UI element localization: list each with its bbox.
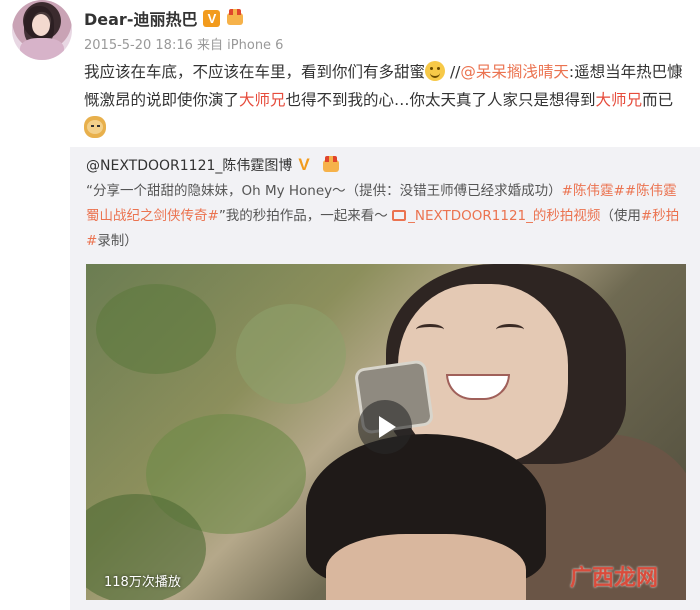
hashtag-link[interactable]: #陈伟霆# — [562, 183, 625, 199]
doge-emoji-icon — [84, 116, 106, 138]
site-watermark: 广西龙网 — [570, 566, 659, 591]
repost-text-segment: ”我的秒拍作品，一起来看～ — [218, 208, 388, 224]
play-button-icon[interactable] — [358, 400, 412, 454]
post-text-segment: 而已 — [642, 91, 674, 109]
post-text: 我应该在车底，不应该在车里，看到你们有多甜蜜 //@呆呆搁浅晴天:遥想当年热巴慷… — [84, 58, 692, 142]
post-timestamp[interactable]: 2015-5-20 18:16 — [84, 38, 193, 53]
video-link[interactable]: _NEXTDOOR1121_的秒拍视频 — [408, 208, 600, 224]
eye — [496, 324, 524, 335]
avatar-body — [20, 38, 64, 60]
post-text-segment: 我应该在车底，不应该在车里，看到你们有多甜蜜 — [84, 63, 426, 81]
post-meta: 2015-5-20 18:16 来自 iPhone 6 — [84, 34, 283, 53]
post-header: Dear-迪丽热巴 V — [84, 6, 246, 30]
mention-link[interactable]: @呆呆搁浅晴天 — [460, 63, 569, 81]
member-crown-icon — [322, 156, 342, 174]
repost-text: “分享一个甜甜的隐妹妹，Oh My Honey～（提供：没错王师傅已经求婚成功）… — [86, 179, 686, 254]
repost-separator: // — [445, 63, 461, 81]
member-crown-icon — [226, 9, 246, 27]
repost-author-link[interactable]: @NEXTDOOR1121_陈伟霆图博 — [86, 155, 292, 175]
smile-emoji-icon — [425, 61, 446, 81]
source-prefix: 来自 — [197, 38, 224, 53]
keyword-highlight: 大师兄 — [239, 91, 286, 109]
video-player[interactable]: 118万次播放 广西龙网 — [86, 264, 686, 600]
repost-text-segment: （使用 — [600, 208, 641, 224]
eye — [416, 324, 444, 335]
user-avatar[interactable] — [12, 0, 72, 60]
post-text-segment: 也得不到我的心…你太天真了人家只是想得到 — [285, 91, 596, 109]
verified-badge-icon: V — [203, 9, 221, 27]
repost-text-segment: 录制） — [97, 233, 138, 249]
repost-text-segment: “分享一个甜甜的隐妹妹，Oh My Honey～（提供：没错王师傅已经求婚成功） — [86, 183, 562, 199]
person-face — [326, 534, 526, 600]
username-link[interactable]: Dear-迪丽热巴 — [84, 6, 197, 30]
foliage — [236, 304, 346, 404]
keyword-highlight: 大师兄 — [595, 91, 643, 109]
view-count: 118万次播放 — [104, 575, 181, 590]
foliage — [96, 284, 216, 374]
verified-v-icon: V — [298, 155, 310, 174]
repost-header: @NEXTDOOR1121_陈伟霆图博 V — [86, 155, 342, 175]
avatar-face — [32, 14, 50, 36]
repost-card: @NEXTDOOR1121_陈伟霆图博 V “分享一个甜甜的隐妹妹，Oh My … — [70, 147, 700, 610]
post-source[interactable]: iPhone 6 — [227, 38, 283, 53]
video-link-icon — [392, 210, 407, 221]
